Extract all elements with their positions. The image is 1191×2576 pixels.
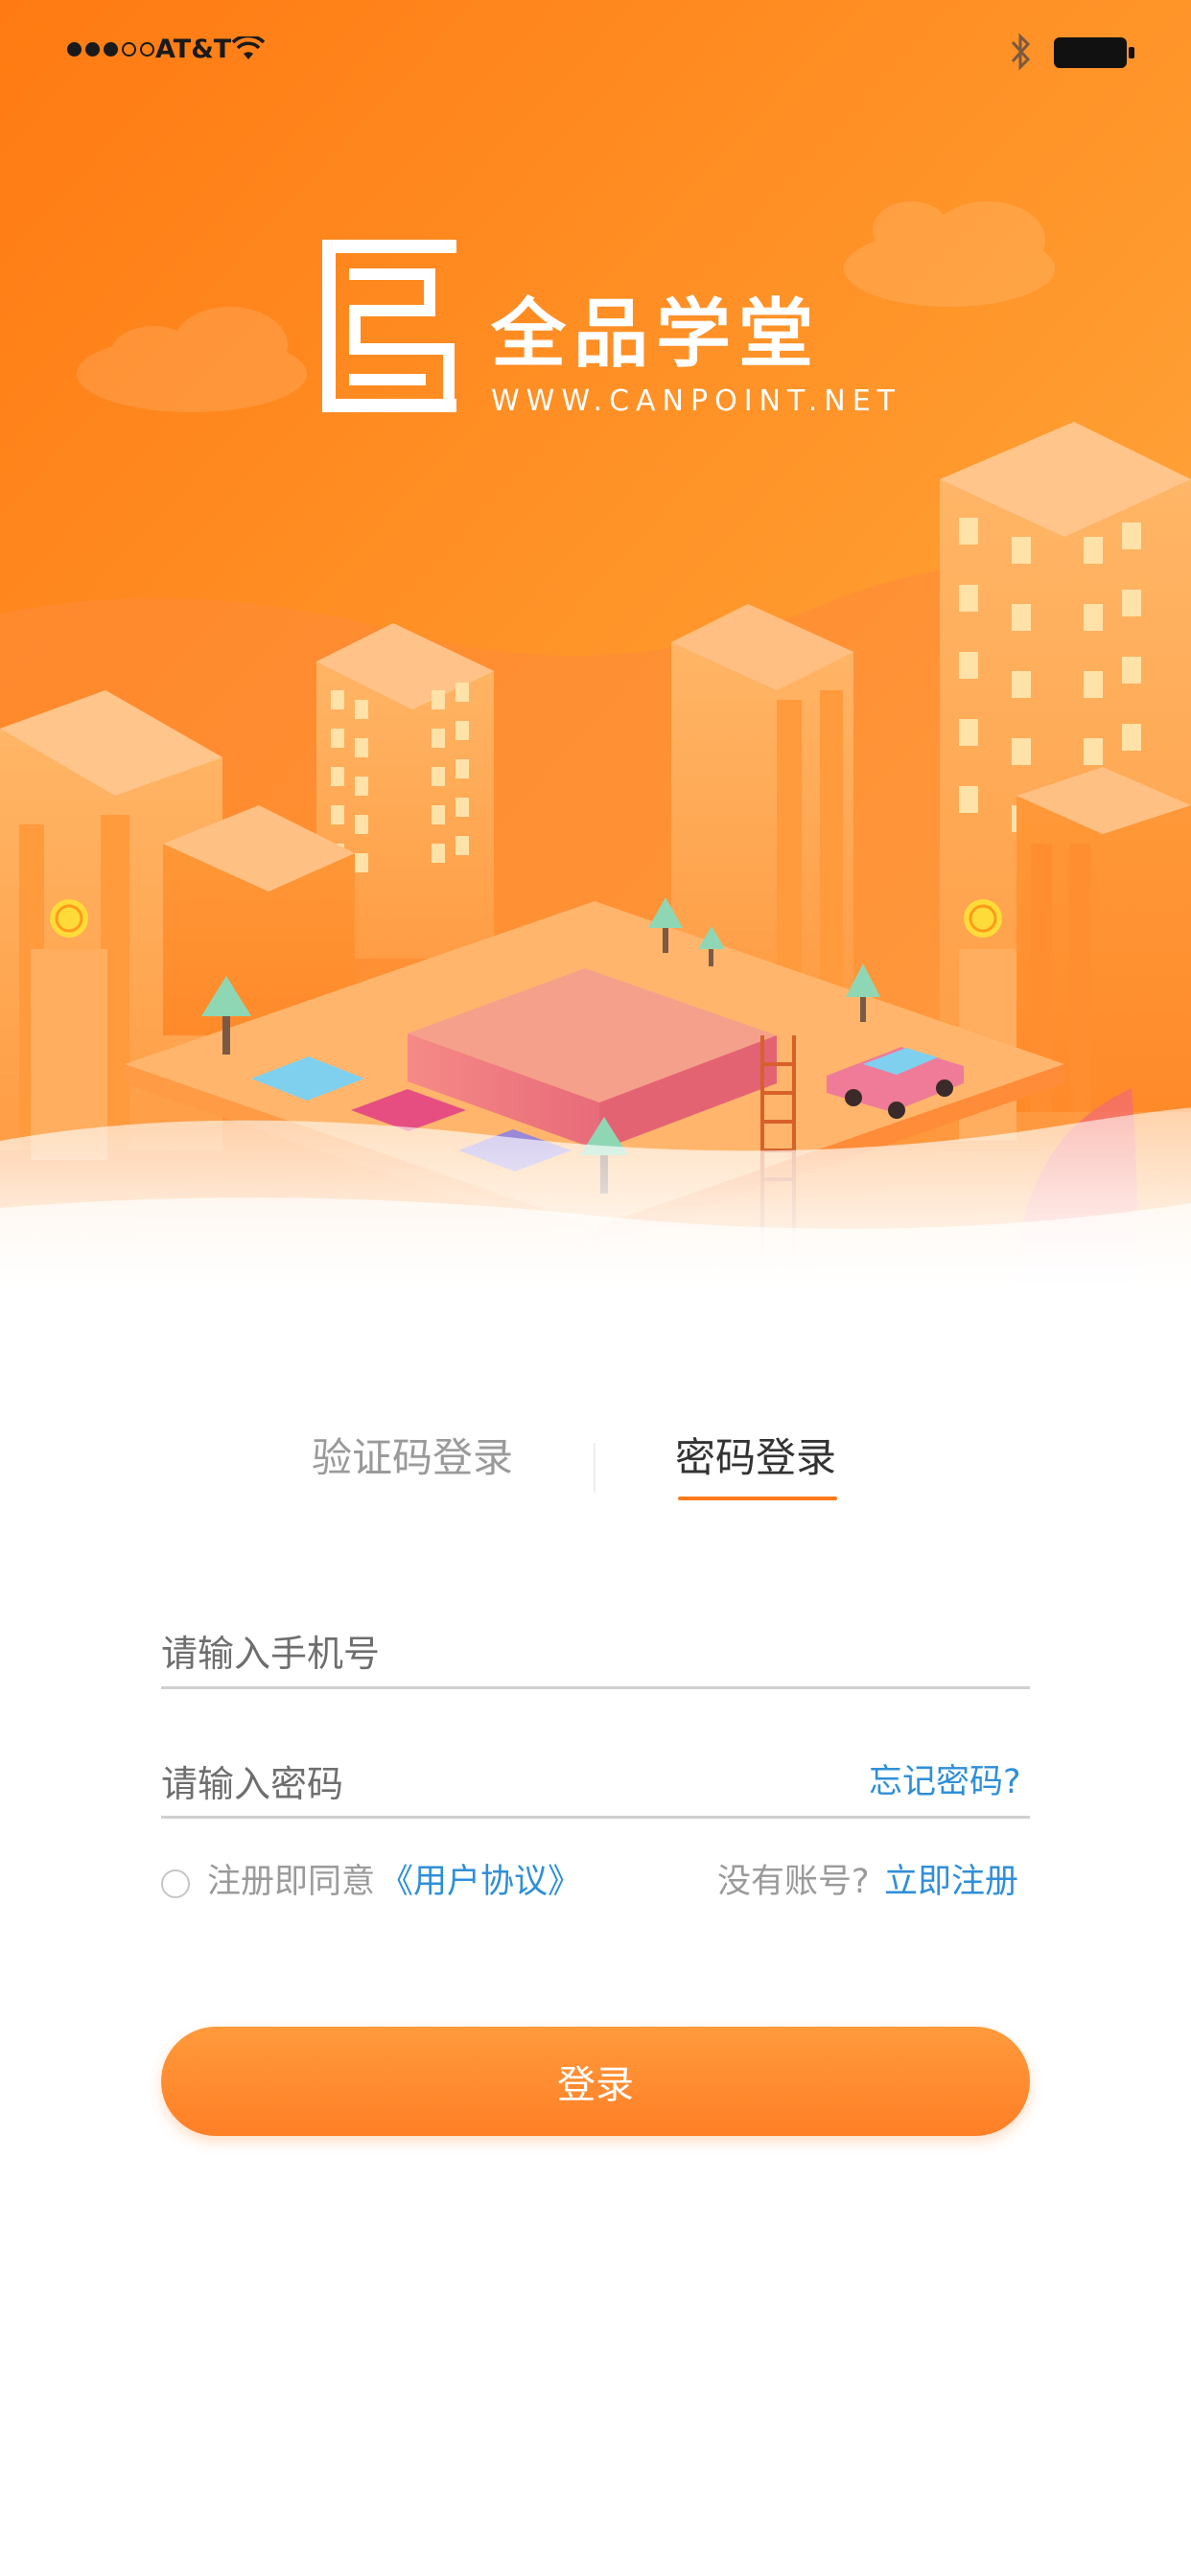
signal-strength-icon <box>67 42 154 57</box>
hero-illustration <box>0 0 1191 1289</box>
tab-password-login[interactable]: 密码登录 <box>675 1438 836 1478</box>
phone-input[interactable] <box>161 1620 1030 1687</box>
user-agreement-link[interactable]: 《用户协议》 <box>380 1866 581 1899</box>
wifi-icon <box>232 36 265 59</box>
phone-input-underline <box>161 1686 1030 1689</box>
bluetooth-icon <box>1011 33 1031 71</box>
tab-sms-login[interactable]: 验证码登录 <box>312 1438 513 1478</box>
register-link[interactable]: 立即注册 <box>884 1866 1018 1899</box>
forgot-password-link[interactable]: 忘记密码? <box>869 1766 1021 1799</box>
no-account-text: 没有账号? <box>717 1863 870 1901</box>
agreement-text: 注册即同意 <box>207 1863 376 1901</box>
active-tab-indicator <box>678 1497 837 1500</box>
battery-icon <box>1054 37 1134 68</box>
carrier-label: AT&T <box>155 35 232 64</box>
agreement-radio[interactable] <box>161 1869 190 1898</box>
password-input[interactable] <box>161 1751 832 1818</box>
password-input-underline <box>161 1816 1030 1819</box>
login-button[interactable]: 登录 <box>161 2027 1030 2136</box>
status-bar: AT&T <box>0 0 1191 105</box>
brand-url: WWW.CANPOINT.NET <box>491 384 902 418</box>
canpoint-logo-icon <box>322 240 456 412</box>
tab-divider <box>594 1443 596 1493</box>
brand-name: 全品学堂 <box>491 291 822 378</box>
